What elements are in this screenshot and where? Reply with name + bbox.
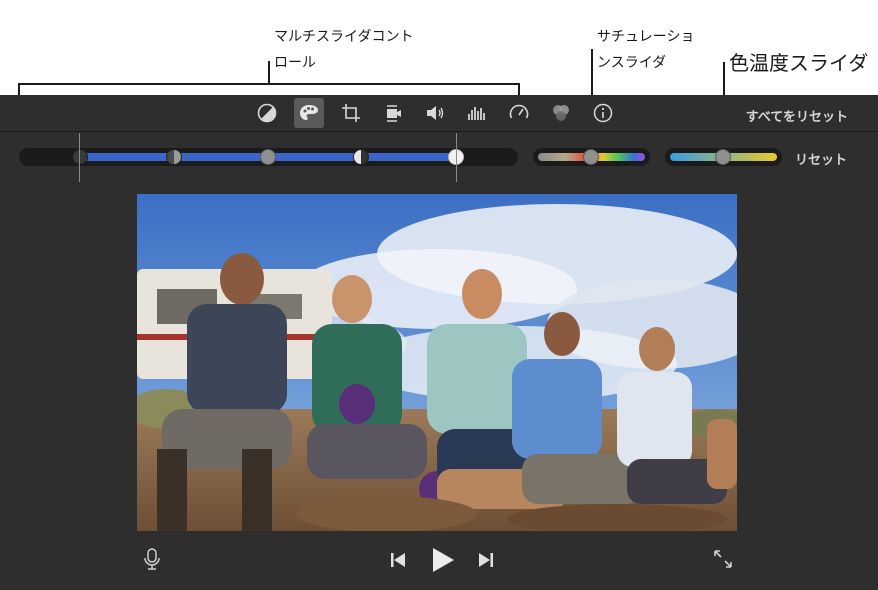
video-frame-image xyxy=(137,194,737,531)
skip-forward-icon xyxy=(479,553,493,567)
callout-multi-slider-bracket-left xyxy=(18,83,20,95)
voiceover-button[interactable] xyxy=(141,547,163,571)
video-viewer[interactable] xyxy=(137,194,737,531)
callout-multi-slider-bracket-right xyxy=(518,83,520,95)
toolbar-divider xyxy=(0,131,878,132)
skip-back-button[interactable] xyxy=(388,550,408,570)
microphone-icon xyxy=(144,548,160,570)
reset-all-button[interactable]: すべてをリセット xyxy=(746,106,848,125)
skip-back-icon xyxy=(391,553,405,567)
callout-saturation-line1: サチュレーショ xyxy=(597,29,695,45)
speed-button[interactable] xyxy=(504,98,534,128)
color-balance-button[interactable] xyxy=(252,98,282,128)
callout-multi-slider-line2: ロール xyxy=(274,55,316,71)
callout-saturation-line2: ンスライダ xyxy=(597,55,667,71)
saturation-knob[interactable] xyxy=(583,149,599,165)
palette-icon xyxy=(300,105,318,120)
midtones-knob[interactable] xyxy=(260,149,276,165)
stabilization-button[interactable] xyxy=(378,98,408,128)
speedometer-icon xyxy=(509,104,529,119)
temperature-knob[interactable] xyxy=(715,149,731,165)
shadows-knob[interactable] xyxy=(166,149,182,165)
crop-icon xyxy=(342,104,360,122)
noise-reduction-button[interactable] xyxy=(462,98,492,128)
clip-filter-button[interactable] xyxy=(546,98,576,128)
reset-button[interactable]: リセット xyxy=(795,149,847,168)
fullscreen-button[interactable] xyxy=(712,548,734,570)
play-icon xyxy=(433,548,454,572)
skip-forward-button[interactable] xyxy=(476,550,496,570)
play-button[interactable] xyxy=(429,545,457,575)
half-circle-icon xyxy=(257,103,277,123)
callout-multi-slider-bracket xyxy=(18,83,519,85)
color-correction-button[interactable] xyxy=(294,98,324,128)
info-icon xyxy=(593,103,613,123)
speaker-icon xyxy=(427,106,444,120)
adjustment-panel: すべてをリセット リセット xyxy=(0,95,878,590)
equalizer-icon xyxy=(468,107,485,120)
volume-button[interactable] xyxy=(420,98,450,128)
expand-arrows-icon xyxy=(714,550,732,568)
callout-temperature: 色温度スライダ xyxy=(729,51,869,75)
multi-slider-guide-left xyxy=(79,133,80,182)
overlapping-circles-icon xyxy=(553,105,569,121)
camera-shake-icon xyxy=(387,105,401,122)
crop-button[interactable] xyxy=(336,98,366,128)
callout-multi-slider-stem xyxy=(268,61,270,83)
black-point-knob[interactable] xyxy=(72,149,88,165)
clip-info-button[interactable] xyxy=(588,98,618,128)
multi-slider-guide-right xyxy=(456,133,457,182)
highlights-knob[interactable] xyxy=(353,149,369,165)
callout-multi-slider-line1: マルチスライダコント xyxy=(274,29,414,45)
